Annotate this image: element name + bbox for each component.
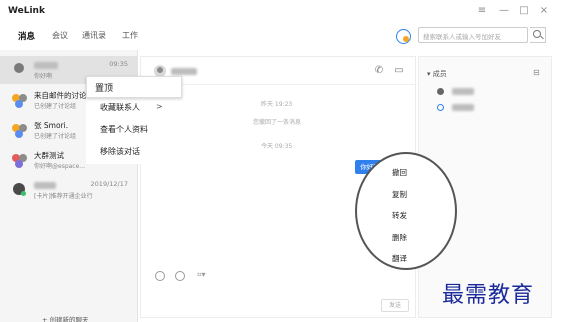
minimize-icon[interactable]: —: [497, 5, 511, 16]
video-call-icon[interactable]: ▭: [393, 65, 405, 77]
member-item[interactable]: [437, 103, 475, 111]
search-icon[interactable]: [530, 27, 546, 43]
tab-messages[interactable]: 消息: [18, 30, 35, 42]
timestamp: 今天 09:35: [261, 143, 293, 150]
conversation-preview: [卡片]推荐开通企业行: [34, 193, 93, 200]
avatar: [12, 62, 26, 76]
menu-item-forward[interactable]: 转发: [392, 210, 407, 221]
members-title[interactable]: ▾ 成员: [427, 69, 447, 79]
maximize-icon[interactable]: □: [517, 5, 531, 16]
screenshot-icon[interactable]: ⌗▾: [197, 270, 206, 280]
conversation-preview: 已创建了讨论组: [34, 133, 77, 140]
menu-item-favorite-contact[interactable]: 收藏联系人: [100, 102, 140, 113]
chat-title: [171, 68, 197, 75]
conversation-time: 2019/12/17: [90, 180, 128, 188]
tab-meetings[interactable]: 会议: [52, 30, 68, 41]
new-chat-button[interactable]: + 创建新的聊天: [42, 314, 89, 322]
collapse-icon[interactable]: ⊟: [533, 68, 540, 77]
system-message: 您撤回了一条消息: [253, 119, 302, 126]
menu-item-pin-label: 置顶: [95, 84, 114, 94]
tab-work[interactable]: 工作: [122, 30, 138, 41]
menu-item-copy[interactable]: 复制: [392, 189, 407, 200]
menu-item-pin[interactable]: 置顶: [86, 76, 182, 98]
close-icon[interactable]: ×: [537, 5, 551, 16]
conversation-preview: 已创建了讨论组: [34, 103, 77, 110]
menu-icon[interactable]: ≡: [475, 5, 489, 16]
conversation-preview: 你好啊: [34, 73, 53, 80]
tab-contacts[interactable]: 通讯录: [82, 30, 106, 41]
chevron-right-icon: >: [156, 102, 163, 111]
conversation-name: 来自邮件的讨论: [34, 91, 87, 100]
conversation-name: 张 Smori.: [34, 121, 69, 130]
app-title: WeLink: [8, 6, 45, 16]
welink-window: WeLink ≡ — □ × 消息 会议 通讯录 工作 搜索联系人或输入号加好友…: [0, 0, 561, 322]
conversation-preview: 你好啊@espace...: [34, 163, 86, 170]
search-input[interactable]: 搜索联系人或输入号加好友: [418, 27, 528, 43]
context-menu: 收藏联系人 > 查看个人资料 移除该对话: [86, 98, 172, 164]
menu-item-delete[interactable]: 删除: [392, 232, 407, 243]
avatar: [12, 182, 26, 196]
sync-icon[interactable]: [396, 29, 411, 44]
conversation-name: [34, 180, 56, 189]
menu-item-recall[interactable]: 撤回: [392, 167, 407, 178]
menu-item-remove-conversation[interactable]: 移除该对话: [100, 146, 140, 157]
phone-icon[interactable]: ✆: [373, 65, 385, 77]
group-avatar: [12, 122, 27, 138]
conversation-name: [34, 60, 58, 69]
add-icon[interactable]: [175, 271, 185, 281]
timestamp: 昨天 19:23: [261, 101, 293, 108]
group-avatar: [12, 152, 27, 168]
member-item[interactable]: [437, 87, 475, 95]
conversation-item[interactable]: [卡片]推荐开通企业行 2019/12/17: [0, 176, 138, 204]
group-avatar: [12, 92, 27, 108]
emoji-icon[interactable]: [155, 271, 165, 281]
chat-header: ✆ ▭: [141, 57, 417, 85]
watermark: 最需教育: [442, 283, 535, 308]
send-button[interactable]: 发送: [381, 299, 409, 312]
menu-item-view-profile[interactable]: 查看个人资料: [100, 124, 148, 135]
menu-item-translate[interactable]: 翻译: [392, 253, 407, 264]
conversation-time: 09:35: [109, 60, 128, 68]
conversation-name: 大群测试: [34, 151, 64, 160]
title-bar: WeLink ≡ — □ ×: [0, 0, 561, 24]
